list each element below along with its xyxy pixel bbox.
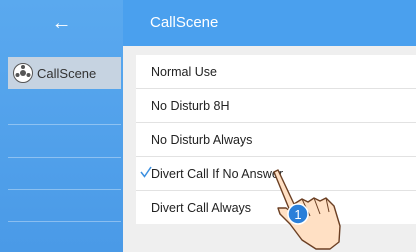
header-bar: CallScene [123,0,416,46]
back-arrow-icon: ← [51,12,72,34]
option-label: No Disturb 8H [151,98,230,113]
pointing-hand-icon: 1 [273,169,341,250]
option-label: Normal Use [151,64,217,79]
sidebar-divider [8,189,121,190]
sidebar-item-label: CallScene [37,65,97,81]
option-no-disturb-8h[interactable]: No Disturb 8H [136,89,416,123]
sidebar-divider [8,157,121,158]
sidebar-item-callscene[interactable]: CallScene [8,57,121,89]
scene-dial-icon [12,62,34,84]
page-title: CallScene [150,14,219,31]
sidebar: ← CallScene [0,0,123,252]
option-no-disturb-always[interactable]: No Disturb Always [136,123,416,157]
back-button[interactable]: ← [0,0,123,46]
sidebar-divider [8,124,121,125]
option-label: Divert Call Always [151,200,252,215]
option-label: No Disturb Always [151,132,253,147]
step-number: 1 [294,207,301,222]
sidebar-divider [8,221,121,222]
option-normal-use[interactable]: Normal Use [136,55,416,89]
